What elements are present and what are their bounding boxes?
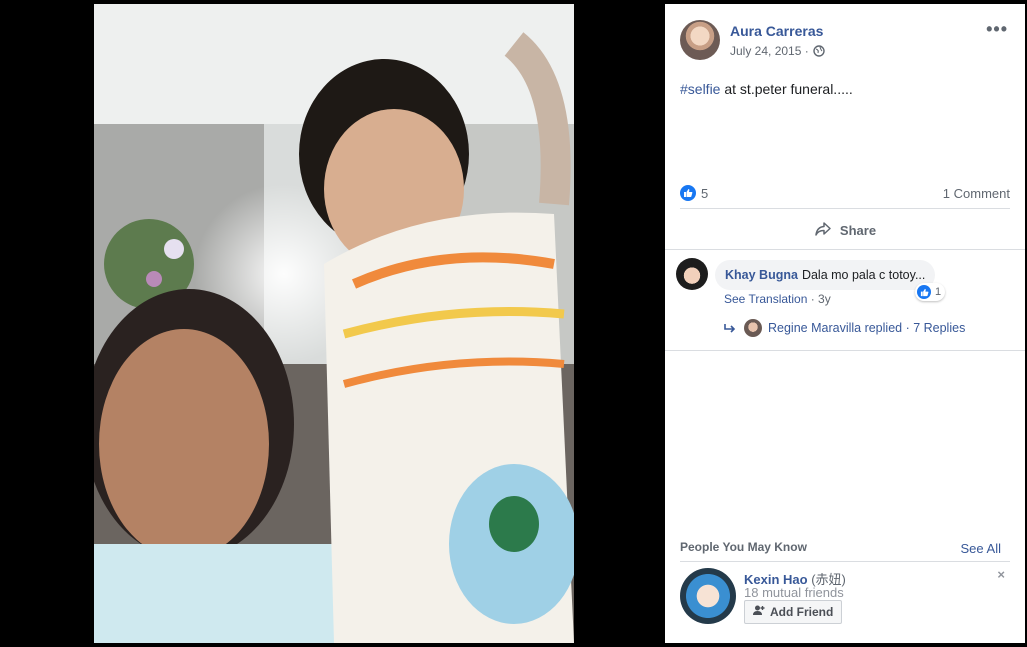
see-all-link[interactable]: See All [961,541,1001,556]
divider [665,350,1025,351]
globe-icon [813,45,825,57]
post-photo[interactable] [94,4,574,643]
like-count-text: 5 [701,185,709,201]
mutual-friends[interactable]: 18 mutual friends [744,585,844,600]
commenter-avatar[interactable] [676,258,708,290]
add-friend-icon [753,605,765,619]
photo-illustration [94,4,574,643]
divider [680,208,1010,209]
comment-like-count: 1 [935,286,942,298]
hashtag-link[interactable]: #selfie [680,81,720,97]
reply-arrow-icon [724,321,738,336]
comment-like-badge[interactable]: 1 [915,283,946,301]
suggested-person-avatar[interactable] [680,568,736,624]
like-icon [917,285,931,299]
reactions-row: 5 1 Comment [680,182,1010,204]
post-body: at st.peter funeral..... [720,81,853,97]
like-icon [680,185,696,201]
pymk-title: People You May Know [680,540,807,554]
share-icon [814,221,832,240]
post-meta: July 24, 2015 · [730,44,825,58]
share-label: Share [839,222,877,238]
like-count[interactable]: 5 [680,185,708,201]
comment-bubble: Khay Bugna Dala mo pala c totoy... [715,260,936,290]
post-text: #selfie at st.peter funeral..... [680,81,853,97]
post-side-panel: Aura Carreras July 24, 2015 · ••• #selfi… [665,4,1025,643]
add-friend-button[interactable]: Add Friend [744,600,843,624]
replies-label: Regine Maravilla replied · 7 Replies [768,321,966,335]
close-icon[interactable]: × [997,567,1005,582]
comment-actions: See Translation · 3y [724,292,831,306]
divider [680,561,1010,562]
share-button[interactable]: Share [680,214,1010,246]
comment-text: Dala mo pala c totoy... [801,268,926,282]
comments-count[interactable]: 1 Comment [943,186,1010,201]
comment-age: · 3y [807,292,831,306]
post-date[interactable]: July 24, 2015 · [730,44,809,58]
add-friend-label: Add Friend [770,605,834,619]
author-name[interactable]: Aura Carreras [730,23,823,39]
see-translation-link[interactable]: See Translation [724,292,807,306]
replies-link[interactable]: Regine Maravilla replied · 7 Replies [724,319,965,337]
divider [665,249,1025,250]
author-avatar[interactable] [680,20,720,60]
replier-avatar [744,319,762,337]
more-options-icon[interactable]: ••• [986,20,1008,38]
comment-author[interactable]: Khay Bugna [725,268,798,282]
